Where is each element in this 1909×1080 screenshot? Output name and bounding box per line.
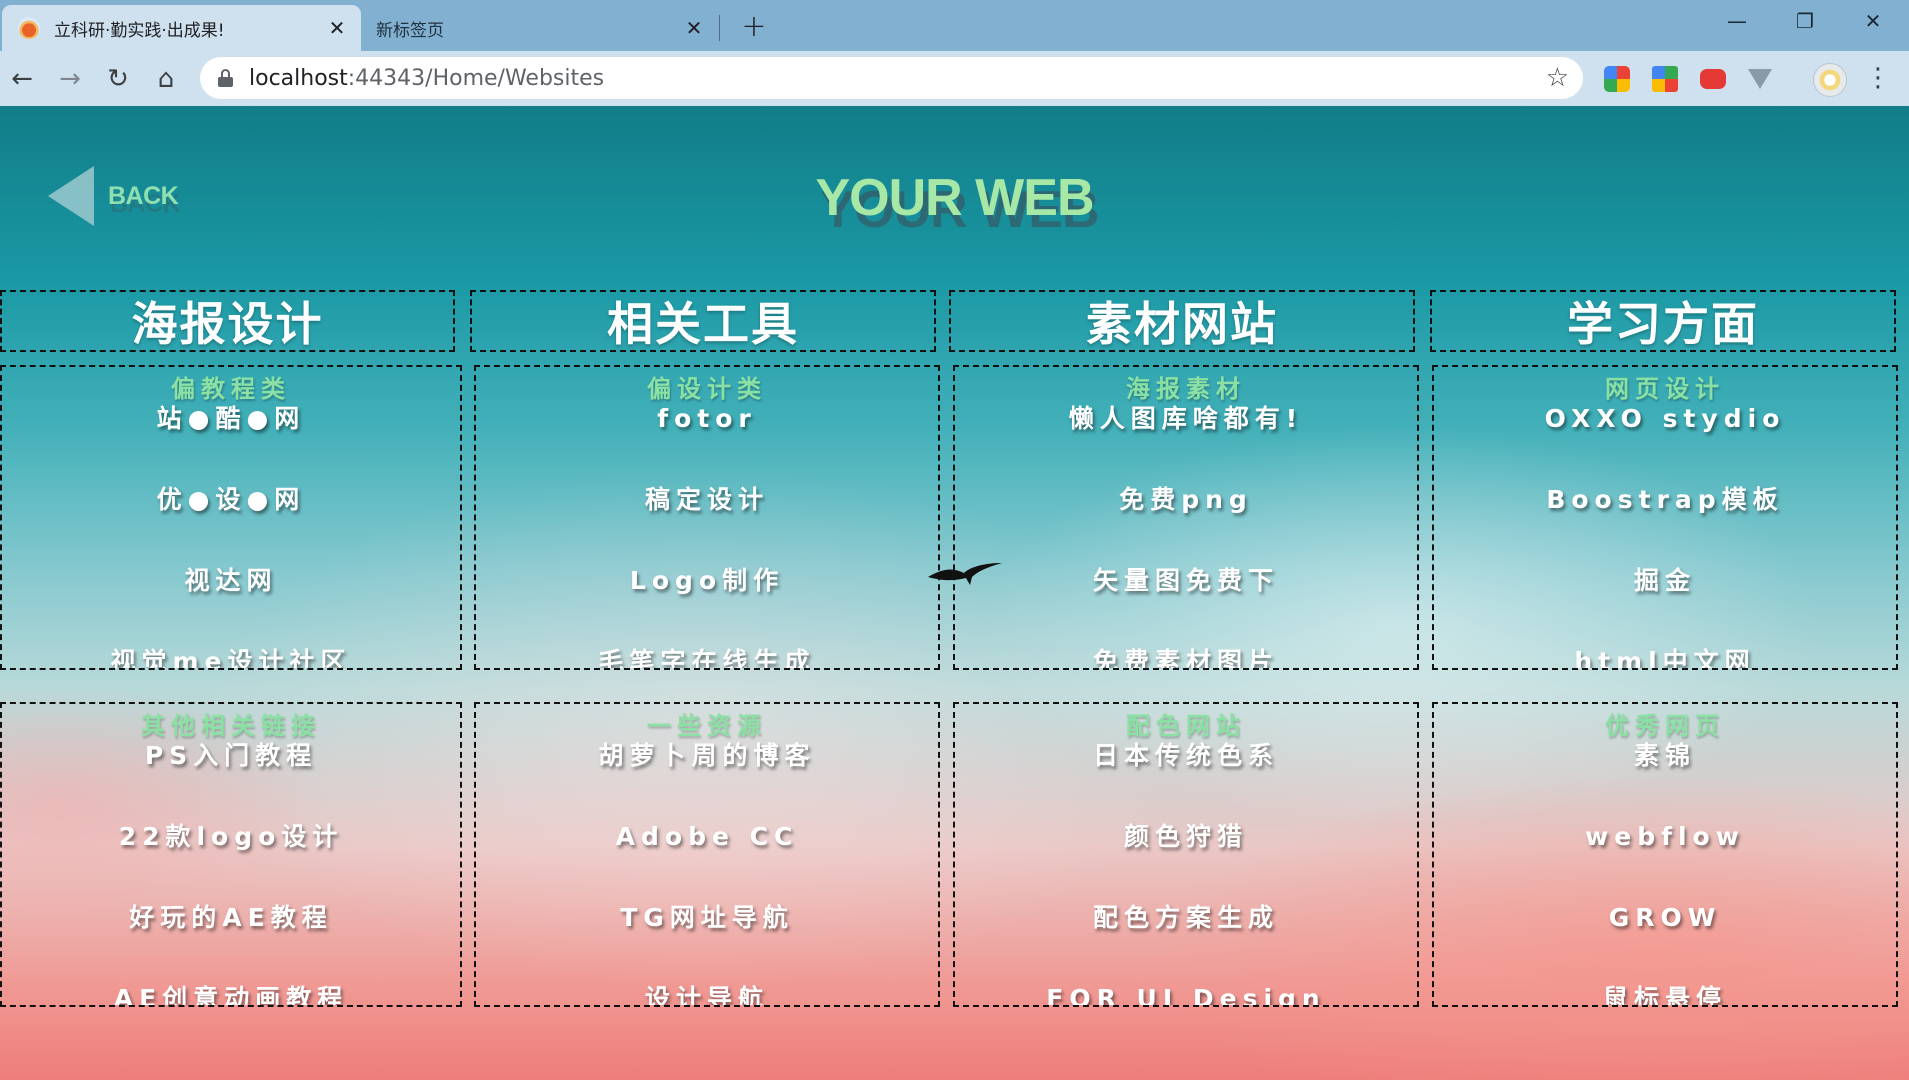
close-tab-icon[interactable]: ✕ xyxy=(323,14,351,42)
link-group-box: 其他相关链接 PS入门教程 22款logo设计 好玩的AE教程 AE创意动画教程 xyxy=(0,702,462,1007)
url-host: localhost xyxy=(249,65,348,91)
tab-divider xyxy=(719,15,720,41)
page-title: YOUR WEB xyxy=(815,169,1095,227)
bookmark-star-icon[interactable]: ☆ xyxy=(1546,63,1569,93)
website-link[interactable]: 视达网 xyxy=(2,564,460,645)
website-link[interactable]: 设计导航 xyxy=(476,982,938,1005)
category-heading-poster-design: 海报设计 xyxy=(0,290,455,352)
new-tab-button[interactable]: + xyxy=(738,9,770,44)
website-link[interactable]: 视觉me设计社区 xyxy=(2,645,460,668)
website-link[interactable]: AE创意动画教程 xyxy=(2,982,460,1005)
website-link[interactable]: FOR UI Design xyxy=(955,982,1417,1005)
group-subtitle: 网页设计 xyxy=(1605,375,1725,403)
browser-menu-icon[interactable]: ⋮ xyxy=(1865,61,1891,95)
restore-window-button[interactable]: ❐ xyxy=(1775,0,1835,42)
websites-page: BACK YOUR WEB 海报设计 相关工具 素材网站 学习方面 偏教程类 站… xyxy=(0,106,1909,1080)
minimize-window-button[interactable]: — xyxy=(1707,0,1767,42)
category-heading-learning: 学习方面 xyxy=(1430,290,1896,352)
category-heading-tools: 相关工具 xyxy=(470,290,936,352)
browser-tab-new[interactable]: 新标签页 ✕ xyxy=(362,5,718,51)
group-subtitle: 一些资源 xyxy=(647,712,767,740)
link-group-box: 网页设计 OXXO stydio Boostrap模板 掘金 html中文网 xyxy=(1432,365,1898,670)
browser-tab-active[interactable]: 立科研·勤实践·出成果! ✕ xyxy=(2,5,361,51)
extension-google-translate-icon[interactable] xyxy=(1604,66,1630,92)
website-link[interactable]: 颜色狩猎 xyxy=(955,820,1417,901)
website-link[interactable]: 22款logo设计 xyxy=(2,820,460,901)
link-group-box: 优秀网页 素锦 webflow GROW 鼠标悬停 xyxy=(1432,702,1898,1007)
close-tab-icon[interactable]: ✕ xyxy=(680,14,708,42)
website-link[interactable]: Boostrap模板 xyxy=(1434,483,1896,564)
website-link[interactable]: 免费素材图片 xyxy=(955,645,1417,668)
website-link[interactable]: html中文网 xyxy=(1434,645,1896,668)
website-link[interactable]: 懒人图库啥都有! xyxy=(955,402,1417,483)
tab-title: 立科研·勤实践·出成果! xyxy=(54,20,225,41)
website-link[interactable]: GROW xyxy=(1434,901,1896,982)
website-link[interactable]: OXXO stydio xyxy=(1434,402,1896,483)
website-link[interactable]: 日本传统色系 xyxy=(955,739,1417,820)
group-subtitle: 偏设计类 xyxy=(647,375,767,403)
website-link[interactable]: fotor xyxy=(476,402,938,483)
website-link[interactable]: Logo制作 xyxy=(476,564,938,645)
forward-arrow-icon[interactable]: → xyxy=(50,59,90,99)
group-subtitle: 配色网站 xyxy=(1126,712,1246,740)
extension-colorful-icon[interactable] xyxy=(1652,66,1678,92)
home-icon[interactable]: ⌂ xyxy=(146,59,186,99)
website-link[interactable]: 免费png xyxy=(955,483,1417,564)
website-link[interactable]: 配色方案生成 xyxy=(955,901,1417,982)
extension-youtube-icon[interactable] xyxy=(1700,69,1726,89)
group-subtitle: 其他相关链接 xyxy=(141,712,321,740)
address-bar[interactable]: localhost:44343/Home/Websites ☆ xyxy=(200,57,1583,99)
group-subtitle: 优秀网页 xyxy=(1605,712,1725,740)
website-link[interactable]: TG网址导航 xyxy=(476,901,938,982)
extension-v-icon[interactable] xyxy=(1748,69,1772,89)
website-link[interactable]: 优●设●网 xyxy=(2,483,460,564)
website-link[interactable]: PS入门教程 xyxy=(2,739,460,820)
lock-icon xyxy=(218,69,233,87)
website-link[interactable]: 站●酷●网 xyxy=(2,402,460,483)
browser-tab-strip: 立科研·勤实践·出成果! ✕ 新标签页 ✕ + — ❐ ✕ xyxy=(0,0,1909,51)
link-group-box: 偏设计类 fotor 稿定设计 Logo制作 毛笔字在线生成 xyxy=(474,365,940,670)
website-link[interactable]: 掘金 xyxy=(1434,564,1896,645)
flying-bird-icon xyxy=(928,563,1002,585)
url-path: :44343/Home/Websites xyxy=(347,65,605,91)
close-window-button[interactable]: ✕ xyxy=(1843,0,1903,42)
website-link[interactable]: 毛笔字在线生成 xyxy=(476,645,938,668)
website-link[interactable]: 素锦 xyxy=(1434,739,1896,820)
website-link[interactable]: 鼠标悬停 xyxy=(1434,982,1896,1005)
website-link[interactable]: 稿定设计 xyxy=(476,483,938,564)
website-link[interactable]: 矢量图免费下 xyxy=(955,564,1417,645)
back-arrow-icon[interactable]: ← xyxy=(2,59,42,99)
link-group-box: 配色网站 日本传统色系 颜色狩猎 配色方案生成 FOR UI Design xyxy=(953,702,1419,1007)
link-group-box: 一些资源 胡萝卜周的博客 Adobe CC TG网址导航 设计导航 xyxy=(474,702,940,1007)
link-group-box: 偏教程类 站●酷●网 优●设●网 视达网 视觉me设计社区 xyxy=(0,365,462,670)
website-link[interactable]: 胡萝卜周的博客 xyxy=(476,739,938,820)
group-subtitle: 偏教程类 xyxy=(171,375,291,403)
reload-icon[interactable]: ↻ xyxy=(98,59,138,99)
tab-title: 新标签页 xyxy=(376,20,444,41)
group-subtitle: 海报素材 xyxy=(1126,375,1246,403)
website-link[interactable]: Adobe CC xyxy=(476,820,938,901)
website-link[interactable]: 好玩的AE教程 xyxy=(2,901,460,982)
profile-avatar[interactable] xyxy=(1813,63,1847,97)
browser-toolbar: ← → ↻ ⌂ localhost:44343/Home/Websites ☆ … xyxy=(0,51,1909,106)
category-heading-materials: 素材网站 xyxy=(949,290,1415,352)
link-group-box: 海报素材 懒人图库啥都有! 免费png 矢量图免费下 免费素材图片 xyxy=(953,365,1419,670)
site-favicon-icon xyxy=(18,17,40,39)
website-link[interactable]: webflow xyxy=(1434,820,1896,901)
